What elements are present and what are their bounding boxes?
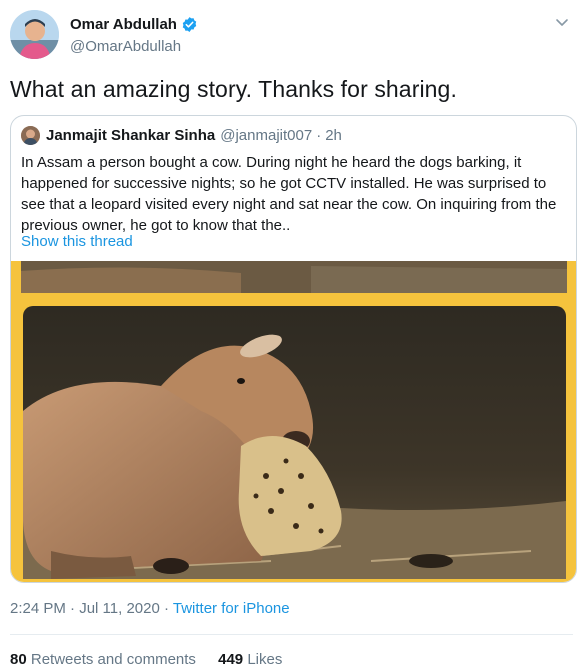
verified-badge-icon — [181, 16, 198, 33]
retweets-label: Retweets and comments — [30, 651, 196, 668]
likes-stat[interactable]: 449 Likes — [218, 651, 282, 668]
quoted-tweet-card[interactable]: Janmajit Shankar Sinha @janmajit007 · 2h… — [10, 115, 577, 583]
author-avatar[interactable] — [10, 10, 59, 59]
quoted-separator: · — [316, 127, 322, 144]
quoted-handle: @janmajit007 — [220, 127, 313, 144]
quoted-media-image[interactable] — [11, 261, 576, 582]
tweet-stats: 80 Retweets and comments 449 Likes — [10, 651, 282, 668]
divider — [10, 634, 573, 635]
tweet-timestamp[interactable]: 2:24 PM · Jul 11, 2020 · — [10, 600, 173, 617]
author-handle[interactable]: @OmarAbdullah — [70, 38, 181, 55]
quoted-author-avatar — [21, 126, 40, 145]
chevron-down-icon[interactable] — [554, 14, 570, 30]
quoted-tweet-header: Janmajit Shankar Sinha @janmajit007 · 2h — [21, 126, 342, 145]
tweet-source-link[interactable]: Twitter for iPhone — [173, 600, 290, 617]
quoted-time: 2h — [325, 127, 342, 144]
quoted-tweet-text: In Assam a person bought a cow. During n… — [21, 154, 557, 234]
tweet-text: What an amazing story. Thanks for sharin… — [10, 76, 457, 102]
author-display-name[interactable]: Omar Abdullah — [70, 16, 177, 33]
show-thread-link[interactable]: Show this thread — [21, 233, 133, 250]
tweet-meta: 2:24 PM · Jul 11, 2020 · Twitter for iPh… — [10, 600, 290, 617]
retweets-stat[interactable]: 80 Retweets and comments — [10, 651, 196, 668]
retweets-count: 80 — [10, 651, 27, 668]
quoted-display-name: Janmajit Shankar Sinha — [46, 127, 216, 144]
likes-label: Likes — [247, 651, 283, 668]
likes-count: 449 — [218, 651, 244, 668]
tweet-header: Omar Abdullah @OmarAbdullah — [10, 10, 570, 62]
